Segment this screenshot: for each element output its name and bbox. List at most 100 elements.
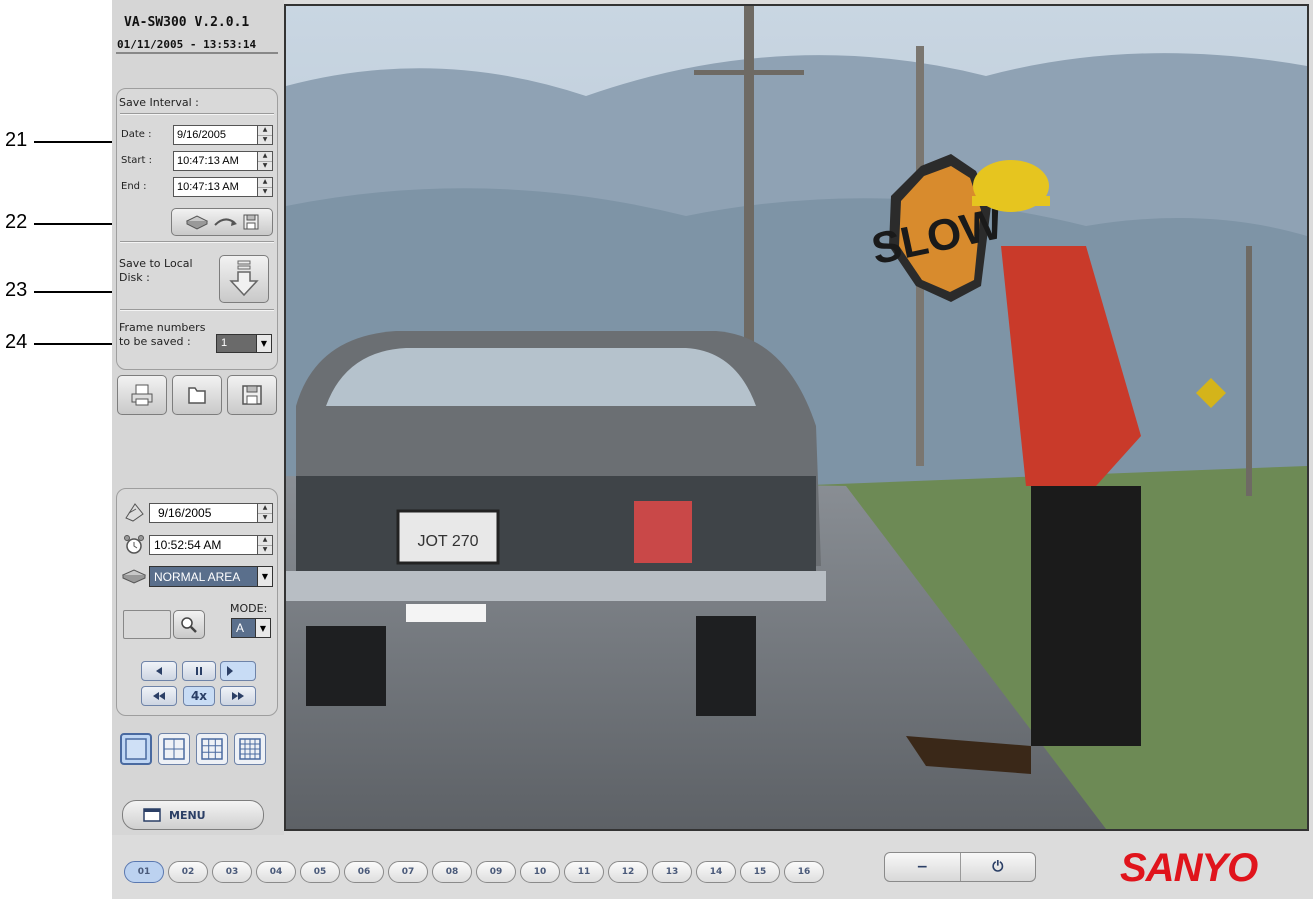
sidebar: VA-SW300 V.2.0.1 01/11/2005 - 13:53:14 S… [112,0,284,835]
channel-button[interactable]: 10 [520,861,560,883]
pause-button[interactable] [182,661,216,681]
license-plate-text: JOT 270 [417,533,478,550]
area-value[interactable]: NORMAL AREA [149,566,257,587]
layout-single-button[interactable] [120,733,152,765]
save-file-button[interactable] [227,375,277,415]
save-start-spinner[interactable]: 10:47:13 AM ▲ ▼ [173,151,273,171]
channel-button[interactable]: 11 [564,861,604,883]
channel-button[interactable]: 16 [784,861,824,883]
channel-button[interactable]: 07 [388,861,428,883]
playback-date-spinner[interactable]: 9/16/2005 ▲ ▼ [149,503,273,523]
save-start-value[interactable]: 10:47:13 AM [173,151,257,171]
dropdown-arrow-icon[interactable]: ▼ [256,334,272,353]
frame-numbers-select[interactable]: 1 ▼ [216,334,272,353]
channel-button[interactable]: 12 [608,861,648,883]
download-arrow-icon [229,260,259,297]
hard-disk-icon [121,569,147,584]
fast-forward-icon [232,692,244,700]
fast-forward-button[interactable] [220,686,256,706]
printer-icon [131,384,153,406]
divider [120,309,274,311]
channel-button[interactable]: 04 [256,861,296,883]
search-field[interactable] [123,610,171,639]
mode-value[interactable]: A [231,618,255,638]
rewind-icon [153,692,165,700]
divider [120,241,274,243]
spinner-arrows[interactable]: ▲ ▼ [257,503,273,523]
start-label: Start : [121,155,152,166]
save-local-label-2: Disk : [119,271,150,284]
dropdown-arrow-icon[interactable]: ▼ [255,618,271,638]
frame-numbers-value[interactable]: 1 [216,334,256,353]
pause-icon [196,667,202,675]
date-label: Date : [121,129,152,140]
channel-button[interactable]: 06 [344,861,384,883]
up-arrow-icon[interactable]: ▲ [258,536,272,546]
up-arrow-icon[interactable]: ▲ [258,504,272,514]
sixteen-view-icon [239,738,261,760]
spinner-arrows[interactable]: ▲ ▼ [257,535,273,555]
channel-button[interactable]: 13 [652,861,692,883]
spinner-arrows[interactable]: ▲ ▼ [257,125,273,145]
playback-time-spinner[interactable]: 10:52:54 AM ▲ ▼ [149,535,273,555]
down-arrow-icon[interactable]: ▼ [258,545,272,554]
play-icon [227,666,233,676]
dropdown-arrow-icon[interactable]: ▼ [257,566,273,587]
reverse-play-button[interactable] [141,661,177,681]
print-button[interactable] [117,375,167,415]
up-arrow-icon[interactable]: ▲ [258,126,272,136]
channel-button[interactable]: 15 [740,861,780,883]
channel-button[interactable]: 05 [300,861,340,883]
down-arrow-icon[interactable]: ▼ [258,135,272,144]
app-window: VA-SW300 V.2.0.1 01/11/2005 - 13:53:14 S… [112,0,1313,899]
channel-button[interactable]: 02 [168,861,208,883]
calendar-icon [125,503,144,522]
spinner-arrows[interactable]: ▲ ▼ [257,177,273,197]
layout-sixteen-button[interactable] [234,733,266,765]
playback-panel: 9/16/2005 ▲ ▼ 10:52:54 AM ▲ ▼ NORMAL AREA … [116,488,278,716]
playback-date-value[interactable]: 9/16/2005 [149,503,257,523]
save-end-spinner[interactable]: 10:47:13 AM ▲ ▼ [173,177,273,197]
down-arrow-icon[interactable]: ▼ [258,513,272,522]
channel-button[interactable]: 14 [696,861,736,883]
playback-time-value[interactable]: 10:52:54 AM [149,535,257,555]
play-button[interactable] [220,661,256,681]
layout-nine-button[interactable] [196,733,228,765]
up-arrow-icon[interactable]: ▲ [258,152,272,162]
channel-button[interactable]: 08 [432,861,472,883]
save-end-value[interactable]: 10:47:13 AM [173,177,257,197]
app-title: VA-SW300 V.2.0.1 [124,15,250,30]
play-reverse-icon [156,667,162,675]
rewind-button[interactable] [141,686,177,706]
search-button[interactable] [173,610,205,639]
layout-quad-button[interactable] [158,733,190,765]
area-select[interactable]: NORMAL AREA ▼ [149,566,273,587]
window-controls: − ⏻ [884,852,1036,882]
spinner-arrows[interactable]: ▲ ▼ [257,151,273,171]
menu-window-icon [143,808,161,822]
channel-button[interactable]: 09 [476,861,516,883]
save-panel: Save Interval : Date : 9/16/2005 ▲ ▼ Star… [116,88,278,370]
down-arrow-icon[interactable]: ▼ [258,161,272,170]
menu-button[interactable]: MENU [122,800,264,830]
power-button[interactable]: ⏻ [961,853,1036,881]
open-folder-button[interactable] [172,375,222,415]
up-arrow-icon[interactable]: ▲ [258,178,272,188]
down-arrow-icon[interactable]: ▼ [258,187,272,196]
channel-button[interactable]: 03 [212,861,252,883]
save-interval-to-disk-button[interactable] [171,208,273,236]
alarm-clock-icon [124,535,144,554]
callout-number: 23 [5,279,28,301]
single-view-icon [125,738,147,760]
video-view[interactable]: JOT 270 SLOW [284,4,1309,831]
nine-view-icon [201,738,223,760]
menu-label: MENU [169,808,206,822]
save-to-local-disk-button[interactable] [219,255,269,303]
save-date-spinner[interactable]: 9/16/2005 ▲ ▼ [173,125,273,145]
mode-select[interactable]: A ▼ [231,618,271,638]
end-label: End : [121,181,147,192]
sanyo-logo: SANYO [1120,846,1258,890]
minimize-button[interactable]: − [885,853,961,881]
channel-button[interactable]: 01 [124,861,164,883]
save-date-value[interactable]: 9/16/2005 [173,125,257,145]
